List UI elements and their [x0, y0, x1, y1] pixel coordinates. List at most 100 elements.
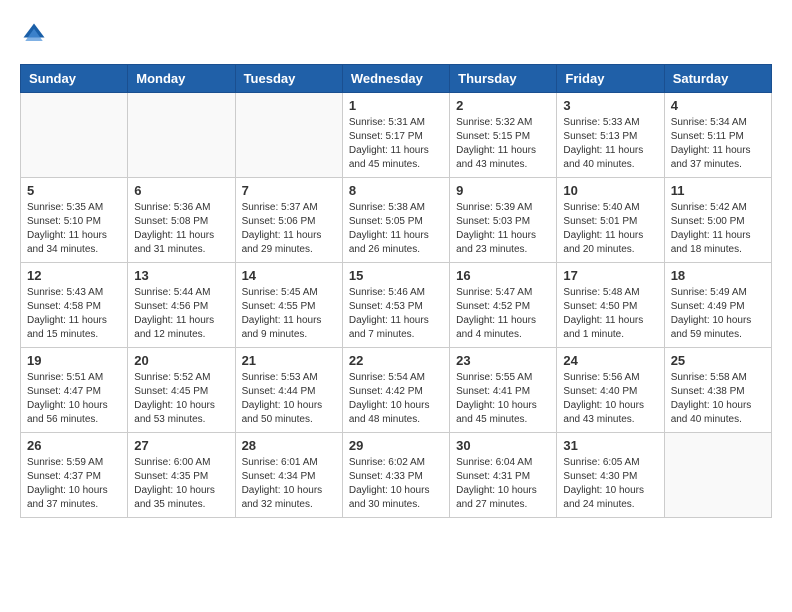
day-info: Sunrise: 5:38 AM Sunset: 5:05 PM Dayligh… [349, 201, 443, 257]
weekday-header-monday: Monday [128, 65, 235, 93]
day-number: 10 [563, 183, 657, 198]
weekday-header-wednesday: Wednesday [342, 65, 449, 93]
day-info: Sunrise: 6:04 AM Sunset: 4:31 PM Dayligh… [456, 456, 550, 512]
day-number: 16 [456, 268, 550, 283]
day-info: Sunrise: 5:46 AM Sunset: 4:53 PM Dayligh… [349, 286, 443, 342]
day-number: 20 [134, 353, 228, 368]
week-row-1: 1 Sunrise: 5:31 AM Sunset: 5:17 PM Daylig… [21, 93, 772, 178]
day-cell: 20 Sunrise: 5:52 AM Sunset: 4:45 PM Dayli… [128, 348, 235, 433]
day-cell: 8 Sunrise: 5:38 AM Sunset: 5:05 PM Daylig… [342, 178, 449, 263]
day-info: Sunrise: 5:55 AM Sunset: 4:41 PM Dayligh… [456, 371, 550, 427]
day-cell: 31 Sunrise: 6:05 AM Sunset: 4:30 PM Dayli… [557, 433, 664, 518]
day-cell: 23 Sunrise: 5:55 AM Sunset: 4:41 PM Dayli… [450, 348, 557, 433]
day-number: 1 [349, 98, 443, 113]
day-cell: 10 Sunrise: 5:40 AM Sunset: 5:01 PM Dayli… [557, 178, 664, 263]
day-info: Sunrise: 5:39 AM Sunset: 5:03 PM Dayligh… [456, 201, 550, 257]
day-info: Sunrise: 5:35 AM Sunset: 5:10 PM Dayligh… [27, 201, 121, 257]
day-cell: 30 Sunrise: 6:04 AM Sunset: 4:31 PM Dayli… [450, 433, 557, 518]
week-row-5: 26 Sunrise: 5:59 AM Sunset: 4:37 PM Dayli… [21, 433, 772, 518]
day-cell: 9 Sunrise: 5:39 AM Sunset: 5:03 PM Daylig… [450, 178, 557, 263]
day-cell [664, 433, 771, 518]
day-number: 27 [134, 438, 228, 453]
day-cell: 1 Sunrise: 5:31 AM Sunset: 5:17 PM Daylig… [342, 93, 449, 178]
day-number: 22 [349, 353, 443, 368]
day-number: 15 [349, 268, 443, 283]
day-number: 9 [456, 183, 550, 198]
week-row-4: 19 Sunrise: 5:51 AM Sunset: 4:47 PM Dayli… [21, 348, 772, 433]
day-number: 26 [27, 438, 121, 453]
weekday-header-saturday: Saturday [664, 65, 771, 93]
day-number: 7 [242, 183, 336, 198]
day-number: 17 [563, 268, 657, 283]
day-cell: 21 Sunrise: 5:53 AM Sunset: 4:44 PM Dayli… [235, 348, 342, 433]
day-cell: 18 Sunrise: 5:49 AM Sunset: 4:49 PM Dayli… [664, 263, 771, 348]
page-header [20, 20, 772, 48]
day-info: Sunrise: 6:02 AM Sunset: 4:33 PM Dayligh… [349, 456, 443, 512]
day-cell: 15 Sunrise: 5:46 AM Sunset: 4:53 PM Dayli… [342, 263, 449, 348]
day-number: 8 [349, 183, 443, 198]
day-cell: 6 Sunrise: 5:36 AM Sunset: 5:08 PM Daylig… [128, 178, 235, 263]
day-cell: 25Sunrise: 5:58 AM Sunset: 4:38 PM Dayli… [664, 348, 771, 433]
day-number: 23 [456, 353, 550, 368]
day-number: 4 [671, 98, 765, 113]
day-info: Sunrise: 5:42 AM Sunset: 5:00 PM Dayligh… [671, 201, 765, 257]
day-info: Sunrise: 5:40 AM Sunset: 5:01 PM Dayligh… [563, 201, 657, 257]
weekday-header-tuesday: Tuesday [235, 65, 342, 93]
week-row-3: 12 Sunrise: 5:43 AM Sunset: 4:58 PM Dayli… [21, 263, 772, 348]
day-info: Sunrise: 6:01 AM Sunset: 4:34 PM Dayligh… [242, 456, 336, 512]
day-cell: 29Sunrise: 6:02 AM Sunset: 4:33 PM Dayli… [342, 433, 449, 518]
weekday-header-row: SundayMondayTuesdayWednesdayThursdayFrid… [21, 65, 772, 93]
day-info: Sunrise: 5:54 AM Sunset: 4:42 PM Dayligh… [349, 371, 443, 427]
day-number: 19 [27, 353, 121, 368]
weekday-header-sunday: Sunday [21, 65, 128, 93]
day-cell: 7 Sunrise: 5:37 AM Sunset: 5:06 PM Daylig… [235, 178, 342, 263]
day-cell: 26 Sunrise: 5:59 AM Sunset: 4:37 PM Dayli… [21, 433, 128, 518]
day-number: 18 [671, 268, 765, 283]
day-number: 28 [242, 438, 336, 453]
day-number: 31 [563, 438, 657, 453]
week-row-2: 5 Sunrise: 5:35 AM Sunset: 5:10 PM Daylig… [21, 178, 772, 263]
day-info: Sunrise: 5:31 AM Sunset: 5:17 PM Dayligh… [349, 116, 443, 172]
day-number: 5 [27, 183, 121, 198]
day-info: Sunrise: 5:59 AM Sunset: 4:37 PM Dayligh… [27, 456, 121, 512]
day-cell: 2Sunrise: 5:32 AM Sunset: 5:15 PM Daylig… [450, 93, 557, 178]
day-number: 3 [563, 98, 657, 113]
day-cell: 3 Sunrise: 5:33 AM Sunset: 5:13 PM Daylig… [557, 93, 664, 178]
calendar-table: SundayMondayTuesdayWednesdayThursdayFrid… [20, 64, 772, 518]
day-cell: 28 Sunrise: 6:01 AM Sunset: 4:34 PM Dayli… [235, 433, 342, 518]
day-cell: 13 Sunrise: 5:44 AM Sunset: 4:56 PM Dayli… [128, 263, 235, 348]
day-cell [128, 93, 235, 178]
day-cell: 5 Sunrise: 5:35 AM Sunset: 5:10 PM Daylig… [21, 178, 128, 263]
day-number: 13 [134, 268, 228, 283]
day-info: Sunrise: 5:33 AM Sunset: 5:13 PM Dayligh… [563, 116, 657, 172]
weekday-header-friday: Friday [557, 65, 664, 93]
day-cell: 14Sunrise: 5:45 AM Sunset: 4:55 PM Dayli… [235, 263, 342, 348]
day-number: 21 [242, 353, 336, 368]
day-cell: 4 Sunrise: 5:34 AM Sunset: 5:11 PM Daylig… [664, 93, 771, 178]
day-info: Sunrise: 5:52 AM Sunset: 4:45 PM Dayligh… [134, 371, 228, 427]
day-info: Sunrise: 5:53 AM Sunset: 4:44 PM Dayligh… [242, 371, 336, 427]
day-info: Sunrise: 5:36 AM Sunset: 5:08 PM Dayligh… [134, 201, 228, 257]
day-info: Sunrise: 5:58 AM Sunset: 4:38 PM Dayligh… [671, 371, 765, 427]
day-info: Sunrise: 6:05 AM Sunset: 4:30 PM Dayligh… [563, 456, 657, 512]
day-info: Sunrise: 5:49 AM Sunset: 4:49 PM Dayligh… [671, 286, 765, 342]
day-info: Sunrise: 5:45 AM Sunset: 4:55 PM Dayligh… [242, 286, 336, 342]
day-number: 12 [27, 268, 121, 283]
day-cell: 22 Sunrise: 5:54 AM Sunset: 4:42 PM Dayli… [342, 348, 449, 433]
day-number: 11 [671, 183, 765, 198]
day-info: Sunrise: 5:44 AM Sunset: 4:56 PM Dayligh… [134, 286, 228, 342]
logo [20, 20, 52, 48]
day-info: Sunrise: 5:37 AM Sunset: 5:06 PM Dayligh… [242, 201, 336, 257]
day-info: Sunrise: 5:48 AM Sunset: 4:50 PM Dayligh… [563, 286, 657, 342]
day-number: 30 [456, 438, 550, 453]
day-info: Sunrise: 6:00 AM Sunset: 4:35 PM Dayligh… [134, 456, 228, 512]
day-cell: 24Sunrise: 5:56 AM Sunset: 4:40 PM Dayli… [557, 348, 664, 433]
day-info: Sunrise: 5:43 AM Sunset: 4:58 PM Dayligh… [27, 286, 121, 342]
day-number: 6 [134, 183, 228, 198]
day-info: Sunrise: 5:47 AM Sunset: 4:52 PM Dayligh… [456, 286, 550, 342]
day-info: Sunrise: 5:32 AM Sunset: 5:15 PM Dayligh… [456, 116, 550, 172]
day-cell [21, 93, 128, 178]
day-info: Sunrise: 5:34 AM Sunset: 5:11 PM Dayligh… [671, 116, 765, 172]
day-info: Sunrise: 5:51 AM Sunset: 4:47 PM Dayligh… [27, 371, 121, 427]
day-cell: 16 Sunrise: 5:47 AM Sunset: 4:52 PM Dayli… [450, 263, 557, 348]
